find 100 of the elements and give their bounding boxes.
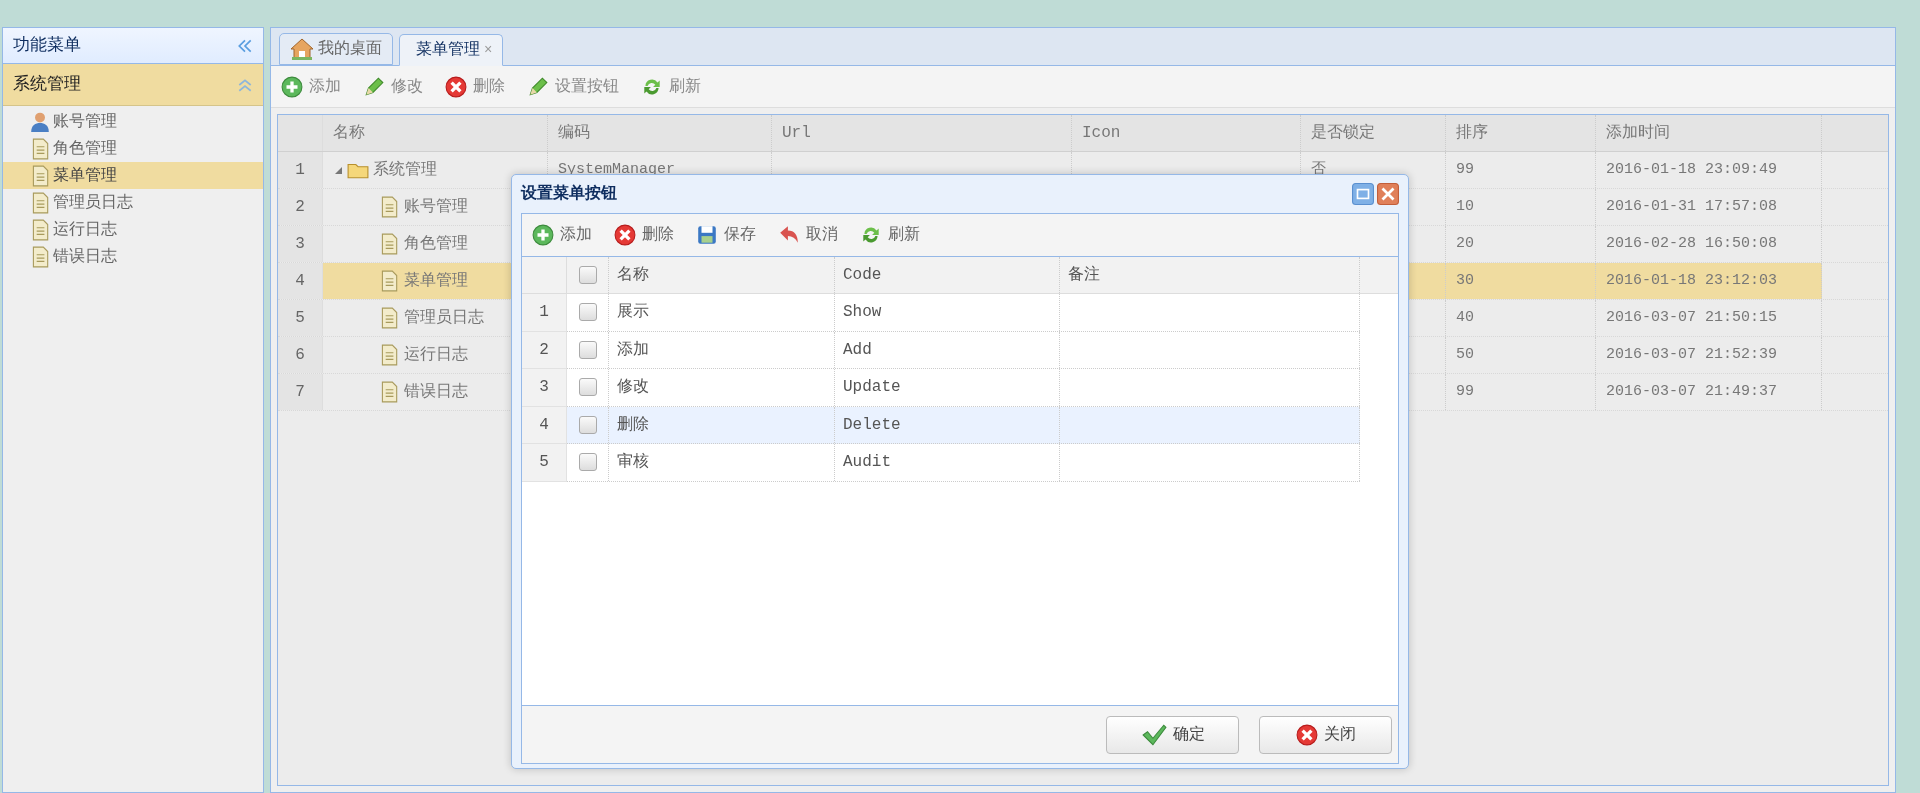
table-row[interactable]: 添加 Add [567,331,1360,369]
row-number: 2 [278,189,323,225]
checkmark-icon [1140,723,1167,746]
toolbar-button[interactable]: 设置按钮 [527,74,619,99]
table-cell: Update [835,369,1060,406]
collapse-panel-icon[interactable] [237,37,253,54]
table-cell: 2016-03-07 21:49:37 [1596,374,1822,410]
column-header[interactable]: 编码 [548,115,772,151]
accordion-title: 系统管理 [13,73,81,96]
table-cell: 2016-01-18 23:12:03 [1596,263,1822,299]
tree-node-label: 错误日志 [404,381,468,403]
checkbox[interactable] [578,303,597,322]
toolbar-button[interactable]: 刷新 [641,74,701,99]
tab[interactable]: 我的桌面 [279,33,393,65]
menu-item[interactable]: 菜单管理 [3,162,263,189]
table-cell: 2016-01-31 17:57:08 [1596,189,1822,225]
delete-icon [614,224,636,246]
tab[interactable]: 菜单管理 × [399,34,504,66]
toolbar-button[interactable]: 删除 [445,74,505,99]
toolbar-button[interactable]: 修改 [363,74,423,99]
row-number: 4 [278,263,323,299]
checkbox[interactable] [578,453,597,472]
column-header[interactable]: Url [772,115,1072,151]
table-cell: 2016-01-18 23:09:49 [1596,152,1822,188]
table-cell: 2016-03-07 21:52:39 [1596,337,1822,373]
table-row[interactable]: 展示 Show [567,294,1360,332]
panel-title: 功能菜单 [13,34,81,57]
menu-item[interactable]: 账号管理 [3,108,263,135]
menu-item[interactable]: 运行日志 [3,216,263,243]
delete-icon [1295,723,1318,746]
row-number: 5 [522,444,567,482]
checkbox[interactable] [578,378,597,397]
table-cell: 20 [1446,226,1596,262]
table-cell: 99 [1446,374,1596,410]
column-header[interactable]: 添加时间 [1596,115,1822,151]
column-header[interactable]: 名称 [609,257,835,293]
table-row[interactable]: 审核 Audit [567,444,1360,482]
row-number: 2 [522,331,567,369]
toolbar-button[interactable]: 添加 [532,223,592,247]
accordion-header[interactable]: 系统管理 [3,64,263,106]
column-header[interactable]: 排序 [1446,115,1596,151]
column-header[interactable]: Icon [1072,115,1301,151]
table-cell: 添加 [609,331,835,368]
table-cell: 50 [1446,337,1596,373]
menu-item[interactable]: 管理员日志 [3,189,263,216]
row-number: 6 [278,337,323,373]
toolbar-button[interactable]: 保存 [696,223,756,247]
close-button[interactable] [1377,183,1399,205]
menu-item[interactable]: 错误日志 [3,243,263,270]
tree-toggle-icon[interactable] [333,165,343,175]
toolbar-button[interactable]: 添加 [281,74,341,99]
table-cell: Show [835,294,1060,331]
table-cell: 删除 [609,406,835,443]
row-number: 3 [522,369,567,407]
column-header[interactable]: Code [835,257,1060,293]
add-icon [532,224,554,246]
table-cell: 40 [1446,300,1596,336]
toolbar-button[interactable]: 删除 [614,223,674,247]
table-cell: 2016-03-07 21:50:15 [1596,300,1822,336]
table-cell: 审核 [609,444,835,481]
table-row[interactable]: 删除 Delete [567,406,1360,444]
row-number: 1 [522,294,567,332]
pencil-icon [527,75,549,98]
table-cell: Delete [835,406,1060,443]
toolbar-button[interactable]: 刷新 [860,223,920,247]
tree-node-label: 菜单管理 [404,271,468,292]
checkbox[interactable] [578,340,597,359]
dialog-button[interactable]: 确定 [1106,715,1239,754]
tree-node-label: 账号管理 [404,197,468,218]
tree-node-label: 系统管理 [373,159,437,181]
menu-item[interactable]: 角色管理 [3,135,263,162]
row-number: 1 [278,152,323,188]
table-cell: 10 [1446,189,1596,225]
dialog-button[interactable]: 关闭 [1259,715,1392,754]
column-header[interactable]: 名称 [323,115,548,151]
checkbox[interactable] [578,266,597,284]
add-icon [281,75,303,98]
delete-icon [445,75,467,98]
table-cell: 99 [1446,152,1596,188]
table-cell: Audit [835,444,1060,481]
checkbox[interactable] [578,415,597,434]
tree-node-label: 管理员日志 [404,307,484,329]
table-row[interactable]: 修改 Update [567,369,1360,407]
toolbar-button[interactable]: 取消 [778,223,838,247]
table-cell: Add [835,331,1060,368]
pencil-icon [363,75,385,98]
table-cell: 30 [1446,263,1596,299]
tree-node-label: 运行日志 [404,344,468,366]
house-icon [290,38,314,60]
table-cell: 展示 [609,294,835,331]
row-number: 3 [278,226,323,262]
row-number: 5 [278,300,323,336]
column-header[interactable]: 备注 [1060,257,1360,293]
row-number: 7 [278,374,323,410]
column-header[interactable]: 是否锁定 [1301,115,1446,151]
maximize-button[interactable] [1352,183,1374,205]
tree-node-label: 角色管理 [404,234,468,255]
table-cell: 2016-02-28 16:50:08 [1596,226,1822,262]
row-number: 4 [522,406,567,444]
user-icon [29,110,51,133]
